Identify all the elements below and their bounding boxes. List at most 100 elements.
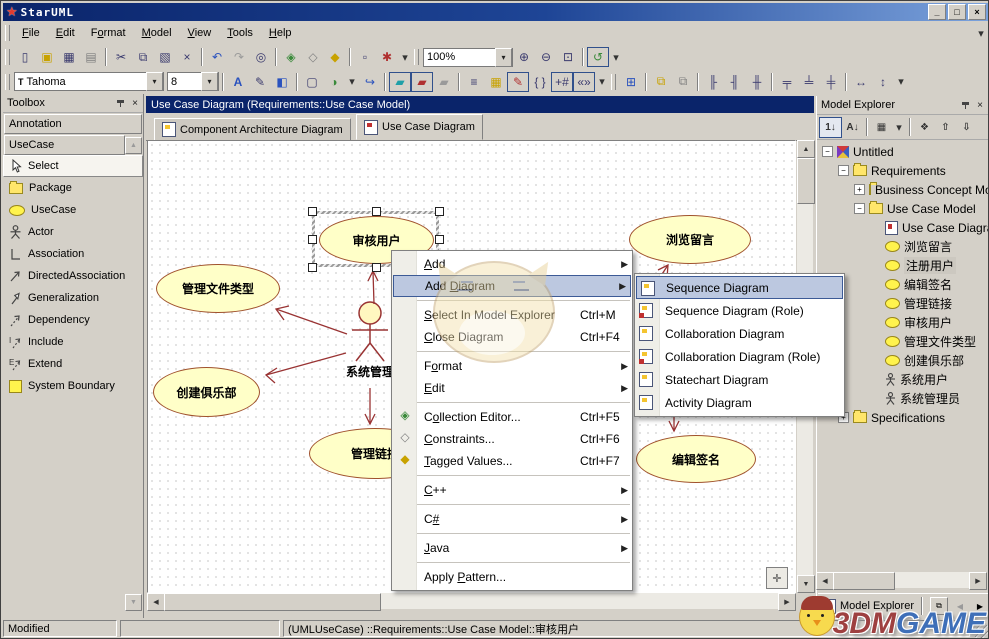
tree-row-use-case-model[interactable]: − Use Case Model — [818, 199, 988, 218]
indent-button[interactable]: ≡ — [463, 72, 485, 92]
toolbar-dropdown[interactable]: ▾ — [609, 49, 623, 65]
menu-item-format[interactable]: Format ▶ — [392, 355, 632, 377]
zoom-out-button[interactable]: ⊖ — [535, 47, 557, 67]
close-icon[interactable]: × — [974, 99, 986, 111]
options-button[interactable]: ✱ — [376, 47, 398, 67]
toolbox-scroll-down-button[interactable]: ▼ — [125, 594, 142, 611]
scroll-down-arrow[interactable]: ▼ — [797, 575, 815, 593]
menu-item-collection-editor[interactable]: ◈ Collection Editor... Ctrl+F5 — [392, 406, 632, 428]
toolbar-grip[interactable] — [414, 49, 419, 65]
tree-row-business-concept-model[interactable]: + Business Concept Model — [818, 180, 988, 199]
dropdown-arrow-icon[interactable]: ▾ — [201, 72, 218, 91]
bring-to-front-button[interactable]: ⧉ — [650, 72, 672, 92]
menubar-grip[interactable] — [5, 25, 10, 41]
toolbar-grip[interactable] — [5, 73, 10, 90]
show-stereotype-text-toggle[interactable]: «» — [573, 71, 595, 92]
title-bar[interactable]: ★ StarUML _ □ × — [3, 3, 988, 21]
open-button[interactable]: ▣ — [36, 47, 58, 67]
toolbox-item-systemboundary[interactable]: System Boundary — [3, 375, 143, 397]
selection-handle[interactable] — [435, 207, 444, 216]
menu-tools[interactable]: Tools — [219, 23, 261, 43]
menu-format[interactable]: Format — [83, 23, 134, 43]
palette-button[interactable]: ▦ — [485, 72, 507, 92]
toolbox-item-extend[interactable]: E Extend — [3, 353, 143, 375]
font-combobox[interactable]: T Tahoma ▾ — [14, 72, 164, 91]
refresh-button[interactable]: ↺ — [587, 47, 609, 67]
toolbox-scroll-up-button[interactable]: ▲ — [125, 136, 142, 154]
usecase-shape-create-club[interactable]: 创建俱乐部 — [153, 367, 260, 417]
tab-component-architecture-diagram[interactable]: Component Architecture Diagram — [154, 118, 351, 140]
send-to-back-button[interactable]: ⧉ — [672, 72, 694, 92]
collapse-icon[interactable]: − — [822, 146, 833, 157]
menu-item-add-diagram[interactable]: Add Diagram ▶ — [393, 275, 631, 297]
line-color-button[interactable]: ✎ — [249, 72, 271, 92]
close-icon[interactable]: × — [129, 97, 141, 109]
sort-by-index-button[interactable]: 1↓ — [819, 116, 842, 138]
align-top-button[interactable]: ╤ — [776, 72, 798, 92]
usecase-shape-manage-file-types[interactable]: 管理文件类型 — [156, 264, 280, 313]
toolbar-dropdown[interactable]: ▾ — [894, 74, 908, 90]
scroll-up-arrow[interactable]: ▲ — [797, 140, 815, 158]
pin-icon[interactable] — [115, 98, 126, 109]
toolbox-item-association[interactable]: Association — [3, 243, 143, 265]
menu-item-csharp[interactable]: C# ▶ — [392, 508, 632, 530]
font-color-button[interactable]: A — [227, 72, 249, 92]
show-shadow-toggle[interactable]: ▰ — [389, 71, 411, 92]
font-size-combobox[interactable]: 8 ▾ — [167, 72, 219, 91]
menu-item-tagged-values[interactable]: ◆ Tagged Values... Ctrl+F7 — [392, 450, 632, 472]
stereotype-display-button[interactable]: ◑ — [323, 72, 345, 92]
format-tool-button[interactable]: ❖ — [914, 118, 935, 137]
save-button[interactable]: ▦ — [58, 47, 80, 67]
select-area-button[interactable]: ▢ — [301, 72, 323, 92]
toolbox-group-usecase[interactable]: UseCase — [4, 135, 125, 155]
menu-item-select-in-model-explorer[interactable]: Select In Model Explorer Ctrl+M — [392, 304, 632, 326]
redo-button[interactable]: ↷ — [228, 47, 250, 67]
tree-row-use-case-diagram[interactable]: Use Case Diagram — [818, 218, 988, 237]
new-button[interactable]: ▯ — [14, 47, 36, 67]
selection-handle[interactable] — [372, 263, 381, 272]
submenu-item-activity-diagram[interactable]: Activity Diagram — [635, 391, 844, 414]
toolbar-dropdown[interactable]: ▾ — [345, 74, 359, 90]
menu-file[interactable]: File — [14, 23, 48, 43]
tab-use-case-diagram[interactable]: Use Case Diagram — [356, 114, 483, 140]
toolbar-grip[interactable] — [611, 73, 616, 90]
dropdown-arrow-icon[interactable]: ▾ — [495, 47, 512, 67]
pin-icon[interactable] — [960, 100, 971, 111]
tree-row-requirements[interactable]: − Requirements — [818, 161, 988, 180]
toolbox-group-annotation[interactable]: Annotation — [4, 114, 142, 134]
show-compartment-toggle[interactable]: ▰ — [411, 71, 433, 92]
delete-button[interactable]: × — [176, 47, 198, 67]
move-up-button[interactable]: ⇧ — [935, 118, 956, 137]
submenu-item-sequence-diagram-role[interactable]: Sequence Diagram (Role) — [635, 299, 844, 322]
braces-button[interactable]: { } — [529, 72, 551, 92]
resize-grip[interactable] — [975, 625, 988, 638]
canvas-horizontal-scrollbar[interactable]: ◀ ▶ — [147, 593, 796, 611]
menu-item-apply-pattern[interactable]: Apply Pattern... — [392, 566, 632, 588]
selection-handle[interactable] — [372, 207, 381, 216]
scroll-left-arrow[interactable]: ◀ — [816, 572, 834, 590]
toolbox-item-include[interactable]: I Include — [3, 331, 143, 353]
red-pen-toggle[interactable]: ✎ — [507, 71, 529, 92]
close-button[interactable]: × — [968, 4, 986, 20]
scroll-right-arrow[interactable]: ▶ — [778, 593, 796, 611]
menu-view[interactable]: View — [180, 23, 220, 43]
show-multiplicity-toggle[interactable]: +# — [551, 71, 573, 92]
toolbar-dropdown[interactable]: ▾ — [595, 74, 609, 90]
gray-toggle[interactable]: ▰ — [433, 72, 455, 92]
expand-icon[interactable]: + — [854, 184, 865, 195]
submenu-item-sequence-diagram[interactable]: Sequence Diagram — [636, 276, 843, 299]
toolbox-item-generalization[interactable]: Generalization — [3, 287, 143, 309]
align-left-button[interactable]: ╟ — [702, 72, 724, 92]
undo-button[interactable]: ↶ — [206, 47, 228, 67]
model-explorer-hscrollbar[interactable]: ◀ ▶ — [816, 572, 987, 590]
move-down-button[interactable]: ⇩ — [956, 118, 977, 137]
toolbox-item-directedassociation[interactable]: DirectedAssociation — [3, 265, 143, 287]
align-middle-button[interactable]: ╪ — [820, 72, 842, 92]
collapse-icon[interactable]: − — [854, 203, 865, 214]
dropdown-arrow-icon[interactable]: ▾ — [146, 72, 163, 91]
menu-item-cpp[interactable]: C++ ▶ — [392, 479, 632, 501]
actor-shape-system-admin[interactable] — [344, 299, 396, 365]
toolbar-dropdown[interactable]: ▾ — [398, 49, 412, 65]
sort-alphabetic-button[interactable]: A↓ — [842, 118, 863, 137]
toolbar-grip[interactable] — [5, 49, 10, 65]
